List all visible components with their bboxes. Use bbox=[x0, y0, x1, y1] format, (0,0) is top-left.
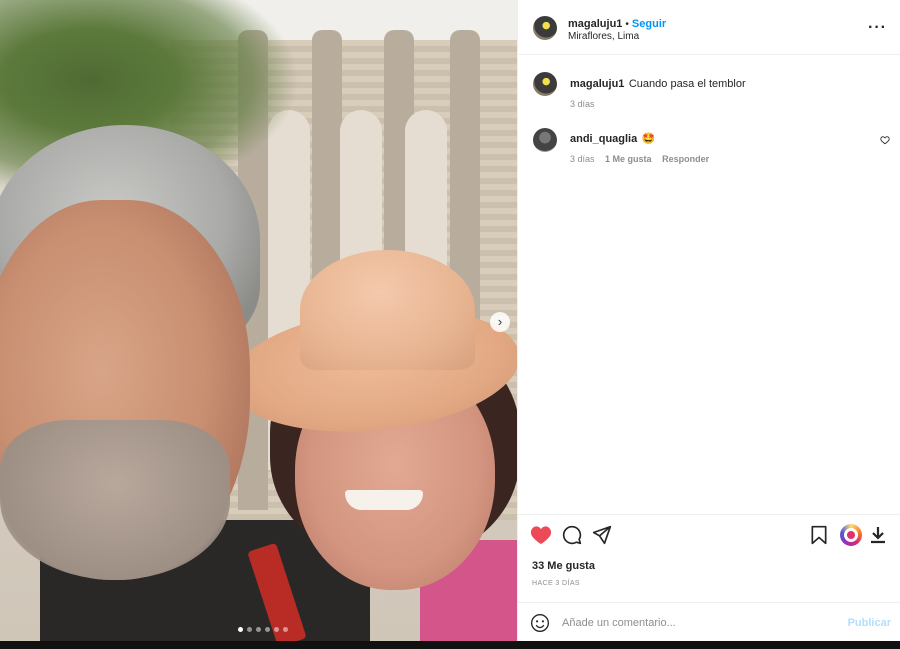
background-strip bbox=[0, 641, 900, 649]
photo-hat-crown bbox=[300, 250, 475, 370]
comment-meta: 3 días 1 Me gusta Responder bbox=[570, 154, 709, 164]
post-photo[interactable]: › bbox=[0, 0, 517, 641]
comment-likes-button[interactable]: 1 Me gusta bbox=[605, 154, 652, 164]
more-options-button[interactable]: ··· bbox=[868, 19, 887, 37]
heart-icon[interactable] bbox=[530, 525, 552, 545]
bookmark-icon[interactable] bbox=[810, 525, 828, 545]
reply-button[interactable]: Responder bbox=[662, 154, 709, 164]
comment-item: andi_quaglia 🤩 bbox=[570, 129, 655, 147]
share-icon[interactable] bbox=[592, 525, 612, 545]
comment-text: 🤩 bbox=[641, 133, 656, 145]
post-location[interactable]: Miraflores, Lima bbox=[568, 31, 639, 42]
caption-text: Cuando pasa el temblor bbox=[628, 78, 746, 90]
separator-dot: • bbox=[625, 19, 629, 30]
comment-time[interactable]: 3 días bbox=[570, 154, 595, 164]
chevron-right-icon: › bbox=[497, 314, 503, 329]
post-header: magaluju1 • Seguir Miraflores, Lima ··· bbox=[518, 0, 900, 55]
caption: magaluju1 Cuando pasa el temblor bbox=[570, 74, 746, 92]
instagram-extension-icon[interactable] bbox=[840, 524, 862, 546]
publish-button[interactable]: Publicar bbox=[848, 617, 891, 629]
caption-time[interactable]: 3 días bbox=[570, 99, 595, 109]
comments-list[interactable]: magaluju1 Cuando pasa el temblor 3 días … bbox=[518, 55, 900, 513]
avatar[interactable] bbox=[533, 72, 557, 96]
likes-count[interactable]: 33 Me gusta bbox=[532, 560, 595, 572]
carousel-dot bbox=[274, 627, 279, 632]
next-photo-button[interactable]: › bbox=[490, 312, 510, 332]
add-comment-bar: Añade un comentario... Publicar bbox=[518, 602, 900, 641]
post-actions bbox=[518, 514, 900, 554]
download-icon[interactable] bbox=[870, 526, 886, 544]
post-author-username[interactable]: magaluju1 bbox=[568, 18, 622, 30]
carousel-dot bbox=[238, 627, 243, 632]
comment-like-heart-icon[interactable] bbox=[880, 135, 890, 145]
carousel-dot bbox=[265, 627, 270, 632]
more-icon: ··· bbox=[868, 19, 887, 36]
photo-smile bbox=[345, 490, 423, 510]
post-sidebar: magaluju1 • Seguir Miraflores, Lima ··· ma… bbox=[517, 0, 900, 641]
caption-username[interactable]: magaluju1 bbox=[570, 78, 624, 90]
avatar[interactable] bbox=[533, 128, 557, 152]
emoji-icon[interactable] bbox=[530, 613, 550, 633]
carousel-dot bbox=[247, 627, 252, 632]
avatar[interactable] bbox=[533, 16, 557, 40]
comment-input[interactable]: Añade un comentario... bbox=[562, 617, 676, 629]
comment-username[interactable]: andi_quaglia bbox=[570, 133, 637, 145]
carousel-indicator bbox=[238, 627, 288, 632]
carousel-dot bbox=[256, 627, 261, 632]
comment-icon[interactable] bbox=[562, 525, 582, 545]
carousel-dot bbox=[283, 627, 288, 632]
photo-man-beard bbox=[0, 420, 230, 580]
post-timestamp[interactable]: HACE 3 DÍAS bbox=[532, 580, 580, 587]
follow-button[interactable]: Seguir bbox=[632, 18, 666, 30]
